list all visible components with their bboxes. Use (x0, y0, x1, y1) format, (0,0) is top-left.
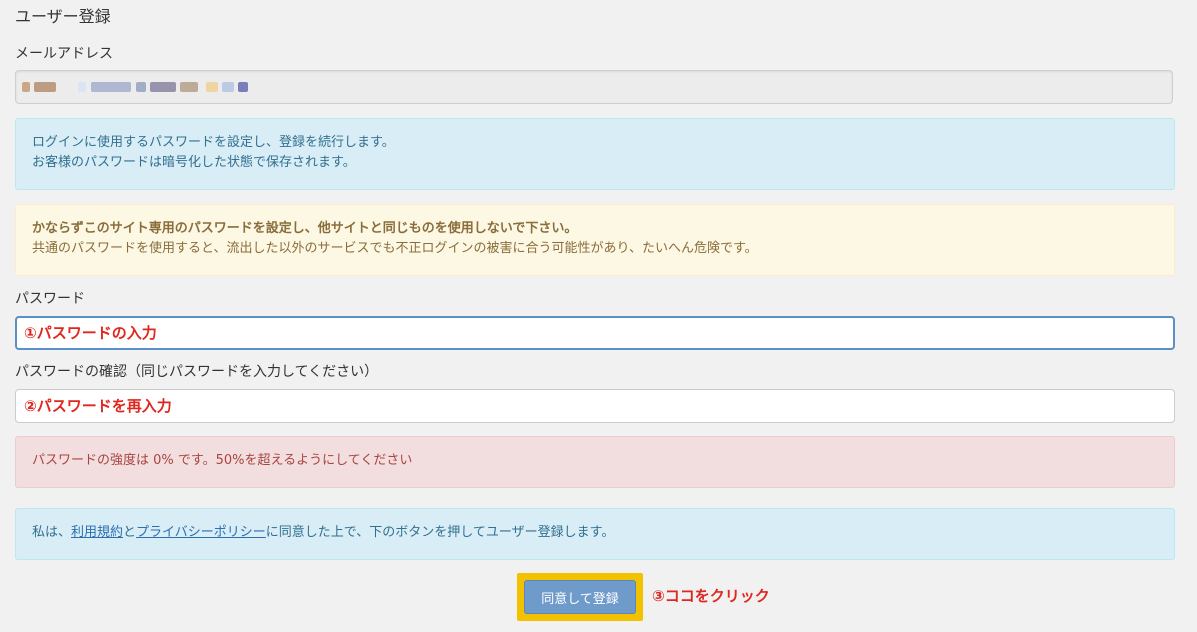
blurred-email-fragment (78, 82, 86, 92)
blurred-email-fragment (238, 82, 248, 92)
terms-suffix: に同意した上で、下のボタンを押してユーザー登録します。 (265, 525, 615, 540)
agree-and-register-button[interactable]: 同意して登録 (524, 580, 636, 614)
warning-title: かならずこのサイト専用のパスワードを設定し、他サイトと同じものを使用しないで下さ… (32, 221, 578, 236)
page-title: ユーザー登録 (15, 7, 111, 26)
password-strength-alert: パスワードの強度は 0% です。50%を超えるようにしてください (15, 436, 1175, 488)
privacy-policy-link[interactable]: プライバシーポリシー (136, 525, 266, 540)
blurred-email-fragment (222, 82, 234, 92)
submit-button-highlight: 同意して登録 (517, 573, 643, 621)
email-field (15, 70, 1173, 104)
terms-of-service-link[interactable]: 利用規約 (71, 525, 123, 540)
strength-message: パスワードの強度は 0% です。50%を超えるようにしてください (32, 453, 413, 468)
password-label: パスワード (15, 291, 85, 307)
password-info-alert: ログインに使用するパスワードを設定し、登録を続行します。 お客様のパスワードは暗… (15, 118, 1175, 190)
blurred-email-fragment (34, 82, 56, 92)
password-confirm-label: パスワードの確認（同じパスワードを入力してください） (15, 364, 379, 380)
click-here-annotation: ③ココをクリック (652, 587, 770, 605)
password-warning-alert: かならずこのサイト専用のパスワードを設定し、他サイトと同じものを使用しないで下さ… (15, 204, 1175, 276)
terms-and: と (123, 525, 137, 540)
password-confirm-input[interactable]: ②パスワードを再入力 (15, 389, 1175, 423)
blurred-email-fragment (22, 82, 30, 92)
blurred-email-fragment (136, 82, 146, 92)
blurred-email-fragment (180, 82, 198, 92)
info-line-2: お客様のパスワードは暗号化した状態で保存されます。 (32, 155, 356, 170)
blurred-email-fragment (206, 82, 218, 92)
terms-prefix: 私は、 (32, 525, 72, 540)
password-input[interactable]: ①パスワードの入力 (15, 316, 1175, 350)
email-label: メールアドレス (15, 46, 113, 62)
blurred-email-fragment (150, 82, 176, 92)
info-line-1: ログインに使用するパスワードを設定し、登録を続行します。 (32, 135, 395, 150)
warning-body: 共通のパスワードを使用すると、流出した以外のサービスでも不正ログインの被害に合う… (32, 241, 758, 256)
blurred-email-fragment (91, 82, 131, 92)
terms-agreement-alert: 私は、利用規約とプライバシーポリシーに同意した上で、下のボタンを押してユーザー登… (15, 508, 1175, 560)
